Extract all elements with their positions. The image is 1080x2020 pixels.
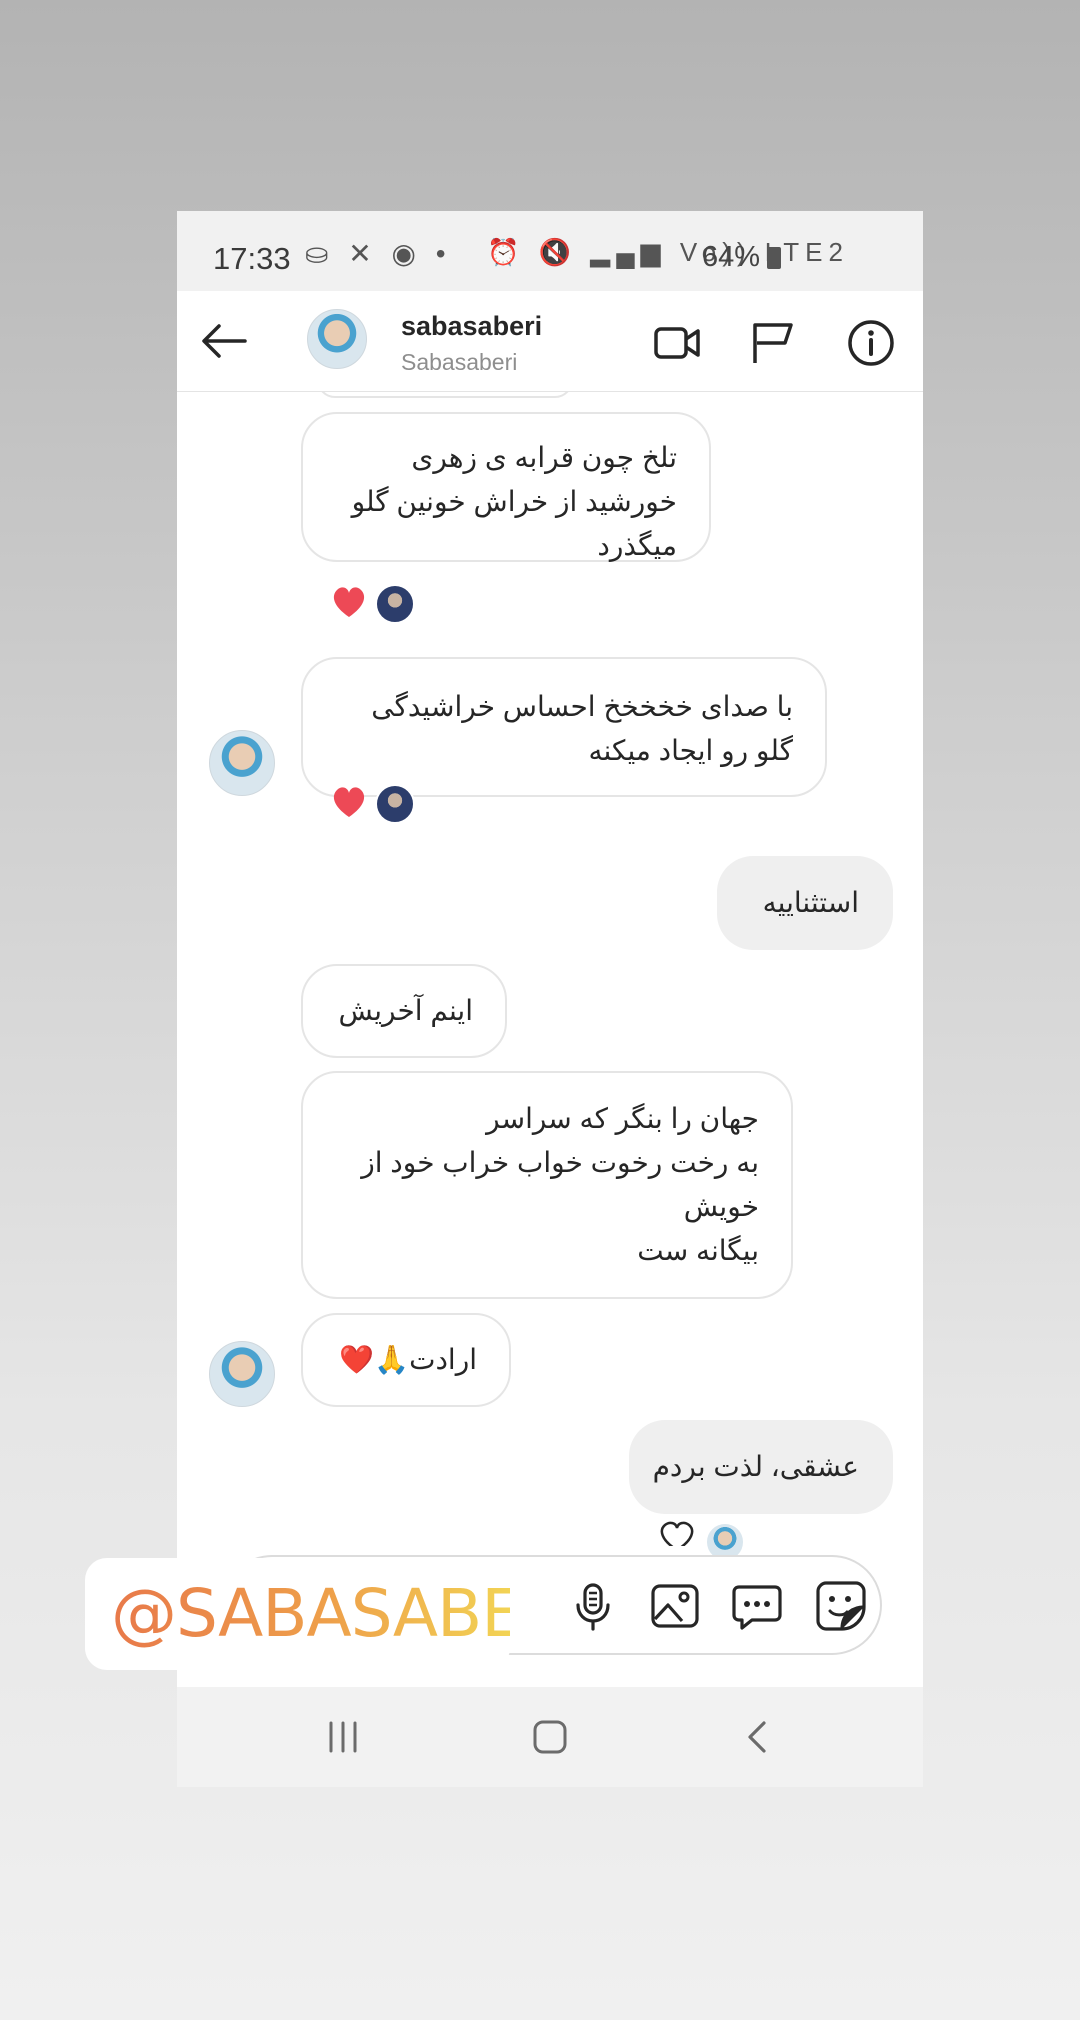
sticker-icon[interactable]: [814, 1579, 868, 1633]
reactor-avatar: [375, 784, 415, 824]
mention-sticker[interactable]: @SABASABERI: [85, 1558, 586, 1670]
info-icon[interactable]: [845, 317, 897, 369]
chat-bubble-icon[interactable]: [730, 1579, 784, 1633]
heart-reaction-icon[interactable]: [329, 782, 369, 822]
image-icon[interactable]: [648, 1579, 702, 1633]
home-icon[interactable]: [530, 1717, 570, 1757]
avatar[interactable]: [307, 309, 367, 369]
message-bubble-sent[interactable]: استثناییه: [717, 856, 893, 950]
sender-avatar[interactable]: [209, 1341, 275, 1407]
video-call-icon[interactable]: [651, 317, 703, 369]
message-bubble-received[interactable]: تلخ چون قرابه ی زهری خورشید از خراش خونی…: [301, 412, 711, 562]
message-bubble-received[interactable]: با صدای خخخخخ احساس خراشیدگی گلو رو ایجا…: [301, 657, 827, 797]
phone-screen: 17:33 ⛀ ✕ ◉ • ⏰ 🔇 ▂▄▆ Vo)) LTE2 64% saba…: [177, 211, 923, 1787]
recent-apps-icon[interactable]: [323, 1717, 363, 1757]
sender-avatar[interactable]: [209, 730, 275, 796]
message-bubble-sent[interactable]: عشقی، لذت بردم: [629, 1420, 893, 1514]
message-thread[interactable]: تلخ چون قرابه ی زهری خورشید از خراش خونی…: [177, 392, 923, 1722]
chat-header: sabasaberi Sabasaberi: [177, 291, 923, 392]
previous-message-bubble: [317, 392, 573, 398]
status-bar: 17:33 ⛀ ✕ ◉ • ⏰ 🔇 ▂▄▆ Vo)) LTE2 64%: [177, 211, 923, 291]
status-time: 17:33: [213, 241, 291, 276]
system-navigation-bar: [177, 1687, 923, 1787]
mention-text: @SABASABERI: [111, 1558, 586, 1670]
flag-icon[interactable]: [747, 317, 799, 369]
back-nav-icon[interactable]: [738, 1717, 778, 1757]
chat-username[interactable]: sabasaberi: [401, 311, 542, 342]
message-bubble-received[interactable]: اینم آخریش: [301, 964, 507, 1058]
heart-reaction-icon[interactable]: [329, 582, 369, 622]
message-bubble-received[interactable]: جهان را بنگر که سراسر به رخت رخوت خواب خ…: [301, 1071, 793, 1299]
notification-icons: ⛀ ✕ ◉ •: [305, 238, 452, 269]
back-arrow-icon[interactable]: [199, 315, 251, 367]
reactor-avatar: [375, 584, 415, 624]
heart-outline-icon[interactable]: [657, 1520, 697, 1546]
system-status-icons: ⏰ 🔇 ▂▄▆ Vo)) LTE2: [487, 237, 849, 267]
chat-display-name: Sabasaberi: [401, 349, 518, 375]
battery-icon: [767, 247, 781, 269]
battery-percentage: 64%: [702, 241, 761, 273]
message-bubble-received[interactable]: ارادت🙏❤️: [301, 1313, 511, 1407]
